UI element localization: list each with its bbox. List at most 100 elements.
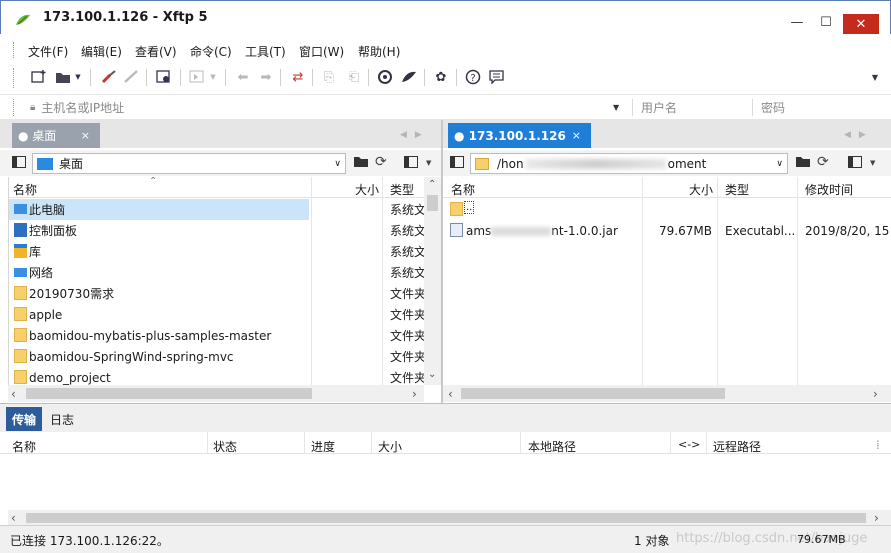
gear-icon[interactable]: ✿: [432, 69, 450, 85]
maximize-button[interactable]: ☐: [816, 11, 836, 33]
remote-path-combo[interactable]: /hon oment ∨: [470, 153, 788, 174]
col-modified[interactable]: 修改时间: [805, 181, 853, 198]
terminal-dropdown-icon[interactable]: ▼: [208, 69, 218, 85]
back-arrow-icon[interactable]: ⬅: [234, 69, 252, 85]
list-item[interactable]: ams nt-1.0.0.jar 79.67MB Executabl... 201…: [443, 220, 891, 241]
remote-path-end: oment: [667, 156, 707, 171]
file-name: ams nt-1.0.0.jar: [466, 224, 618, 238]
scroll-up-icon[interactable]: ⌃: [428, 179, 436, 190]
col-direction[interactable]: <->: [678, 438, 700, 451]
open-dropdown-icon[interactable]: ▼: [73, 69, 83, 85]
list-item[interactable]: 20190730需求: [9, 283, 309, 304]
view-dropdown-icon[interactable]: ▼: [426, 159, 431, 167]
col-name[interactable]: 名称: [13, 181, 37, 198]
col-size[interactable]: 大小: [378, 438, 402, 455]
minimize-button[interactable]: —: [787, 11, 807, 33]
scroll-down-icon[interactable]: ⌄: [428, 369, 436, 380]
xftp-brand-icon[interactable]: [400, 69, 418, 85]
list-item[interactable]: 控制面板: [9, 220, 309, 241]
local-vertical-scrollbar[interactable]: ⌃ ⌄: [424, 177, 441, 385]
disconnect-icon[interactable]: [122, 69, 140, 85]
scroll-thumb[interactable]: [26, 513, 866, 523]
folder-icon: [14, 307, 27, 321]
tab-remote-session[interactable]: ● 173.100.1.126 ×: [448, 123, 591, 148]
jar-file-icon: [450, 223, 463, 237]
close-button[interactable]: ✕: [843, 14, 879, 34]
username-input[interactable]: 用户名: [641, 98, 751, 117]
host-input[interactable]: 🔒︎ 主机名或IP地址: [30, 98, 620, 117]
scroll-left-icon[interactable]: ‹: [11, 511, 16, 525]
list-item[interactable]: baomidou-mybatis-plus-samples-master: [9, 325, 309, 346]
forward-arrow-icon[interactable]: ➡: [257, 69, 275, 85]
local-path-combo[interactable]: 桌面 ∨: [32, 153, 346, 174]
tab-close-icon[interactable]: ×: [572, 129, 581, 142]
col-status[interactable]: 状态: [213, 438, 237, 455]
scroll-thumb[interactable]: [427, 195, 438, 211]
panel-toggle-icon[interactable]: [12, 156, 26, 172]
copy-icon[interactable]: ⎘: [320, 69, 338, 85]
path-dropdown-icon[interactable]: ∨: [776, 159, 783, 169]
view-dropdown-icon[interactable]: ▼: [870, 159, 875, 167]
tab-close-icon[interactable]: ×: [81, 129, 90, 142]
scroll-right-icon[interactable]: ›: [412, 387, 417, 401]
password-input[interactable]: 密码: [761, 98, 881, 117]
panel-toggle-icon[interactable]: [450, 156, 464, 172]
path-dropdown-icon[interactable]: ∨: [334, 159, 341, 169]
col-local-path[interactable]: 本地路径: [528, 438, 576, 455]
scroll-thumb[interactable]: [26, 388, 312, 399]
paste-icon[interactable]: ⎗: [345, 69, 363, 85]
folder-nav-icon[interactable]: [353, 156, 369, 172]
scroll-thumb[interactable]: [461, 388, 725, 399]
col-progress[interactable]: 进度: [311, 438, 335, 455]
view-mode-icon[interactable]: [404, 156, 418, 172]
status-bar: 已连接 173.100.1.126:22。 1 对象 https://blog.…: [0, 525, 891, 553]
properties-icon[interactable]: [155, 69, 173, 85]
list-item[interactable]: demo_project: [9, 367, 309, 385]
toolbar-overflow-icon[interactable]: ▼: [866, 69, 884, 85]
sync-icon[interactable]: [376, 69, 394, 85]
local-horizontal-scrollbar[interactable]: ‹ ›: [8, 385, 424, 402]
chat-icon[interactable]: [488, 69, 506, 85]
connect-icon[interactable]: [100, 69, 118, 85]
scroll-right-icon[interactable]: ›: [874, 511, 879, 525]
scroll-left-icon[interactable]: ‹: [11, 387, 16, 401]
file-name: demo_project: [29, 370, 111, 385]
terminal-icon[interactable]: [188, 69, 206, 85]
view-mode-icon[interactable]: [848, 156, 862, 172]
list-item[interactable]: ..: [443, 199, 891, 220]
help-icon[interactable]: ?: [464, 69, 482, 85]
tab-local-desktop[interactable]: ● 桌面 ×: [12, 123, 100, 148]
list-item[interactable]: 库: [9, 241, 309, 262]
new-session-icon[interactable]: [30, 69, 48, 85]
refresh-icon[interactable]: ⟳: [375, 154, 387, 170]
window-title: 173.100.1.126 - Xftp 5: [43, 10, 208, 25]
refresh-icon[interactable]: ⟳: [817, 154, 829, 170]
host-dropdown-icon[interactable]: ▼: [613, 98, 619, 117]
scroll-right-icon[interactable]: ›: [873, 387, 878, 401]
folder-nav-icon[interactable]: [795, 156, 811, 172]
transfer-horizontal-scrollbar[interactable]: ‹ ›: [8, 510, 891, 526]
col-name[interactable]: 名称: [451, 181, 475, 198]
remote-horizontal-scrollbar[interactable]: ‹ ›: [443, 385, 891, 402]
col-type[interactable]: 类型: [390, 181, 414, 198]
open-session-icon[interactable]: [54, 69, 72, 85]
tab-log[interactable]: 日志: [44, 407, 80, 431]
col-size[interactable]: 大小: [355, 181, 379, 198]
list-item[interactable]: baomidou-SpringWind-spring-mvc: [9, 346, 309, 367]
transfer-arrows-icon[interactable]: ⇄: [289, 69, 307, 85]
tab-scroll-arrows-icon[interactable]: ◀▶: [400, 130, 430, 140]
tab-scroll-arrows-icon[interactable]: ◀▶: [844, 130, 874, 140]
list-item[interactable]: 此电脑: [9, 199, 309, 220]
col-type[interactable]: 类型: [725, 181, 749, 198]
control-panel-icon: [14, 223, 27, 237]
remote-file-list: 名称 大小 类型 修改时间 .. ams nt-1.0.0.jar 79.67MB…: [443, 177, 891, 385]
col-remote-path[interactable]: 远程路径: [713, 438, 761, 455]
list-item[interactable]: 网络: [9, 262, 309, 283]
col-size[interactable]: 大小: [689, 181, 713, 198]
list-item-type: 系统文: [390, 241, 426, 262]
list-item[interactable]: apple: [9, 304, 309, 325]
column-divider: [670, 432, 671, 454]
col-name[interactable]: 名称: [12, 438, 36, 455]
tab-transfers[interactable]: 传输: [6, 407, 43, 431]
scroll-left-icon[interactable]: ‹: [448, 387, 453, 401]
